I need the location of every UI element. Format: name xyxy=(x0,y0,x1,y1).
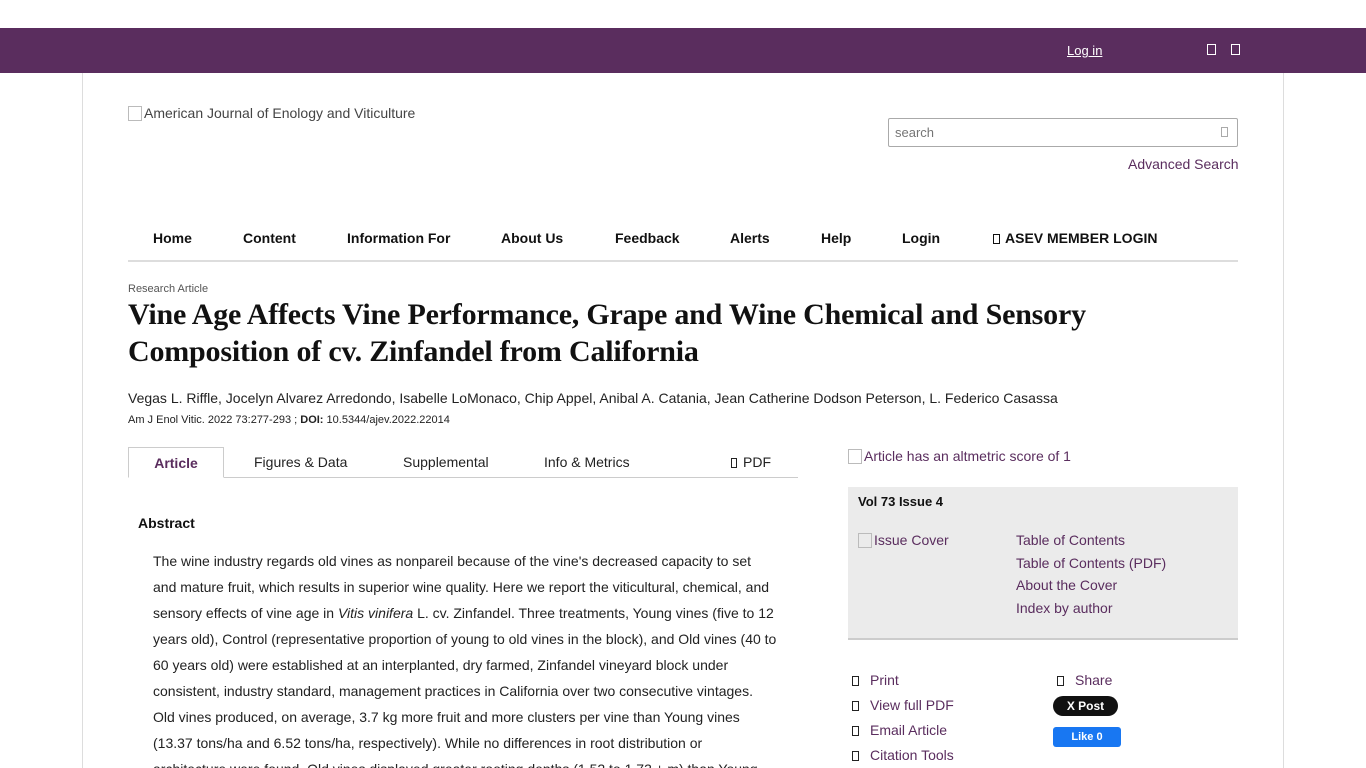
journal-logo[interactable]: American Journal of Enology and Viticult… xyxy=(128,105,415,121)
abstract-species-italic: Vitis vinifera xyxy=(337,605,414,621)
tab-supplemental[interactable]: Supplemental xyxy=(403,447,489,478)
nav-about-us[interactable]: About Us xyxy=(501,230,563,246)
nav-feedback[interactable]: Feedback xyxy=(615,230,680,246)
tab-article[interactable]: Article xyxy=(128,447,224,478)
nav-login[interactable]: Login xyxy=(902,230,940,246)
top-utility-bar: Log in xyxy=(0,28,1366,73)
x-post-button[interactable]: X Post xyxy=(1053,696,1118,716)
doi-value: 10.5344/ajev.2022.22014 xyxy=(323,414,450,426)
altmetric-alt-text: Article has an altmetric score of 1 xyxy=(864,448,1071,464)
share-icon xyxy=(1057,676,1064,686)
nav-content[interactable]: Content xyxy=(243,230,296,246)
view-pdf-link[interactable]: View full PDF xyxy=(852,697,954,713)
abstract-heading: Abstract xyxy=(138,515,195,531)
search-box xyxy=(888,118,1238,147)
share-link[interactable]: Share xyxy=(1057,672,1112,688)
advanced-search-link[interactable]: Advanced Search xyxy=(1128,156,1239,172)
issue-cover[interactable]: Issue Cover xyxy=(858,532,949,548)
issue-link-toc[interactable]: Table of Contents xyxy=(1016,529,1166,552)
article-citation: Am J Enol Vitic. 2022 73:277-293 ; DOI: … xyxy=(128,414,450,426)
citation-icon xyxy=(852,751,859,761)
broken-image-icon xyxy=(858,532,872,548)
issue-link-toc-pdf[interactable]: Table of Contents (PDF) xyxy=(1016,552,1166,575)
tab-pdf[interactable]: PDF xyxy=(731,447,771,478)
pdf-icon xyxy=(852,701,859,711)
issue-cover-alt: Issue Cover xyxy=(874,532,949,548)
issue-box: Vol 73 Issue 4 Issue Cover Table of Cont… xyxy=(848,487,1238,640)
login-link[interactable]: Log in xyxy=(1067,43,1102,58)
abstract-text: The wine industry regards old vines as n… xyxy=(153,548,778,768)
doi-label: DOI: xyxy=(300,414,324,426)
tab-info-metrics[interactable]: Info & Metrics xyxy=(544,447,630,478)
email-article-label: Email Article xyxy=(870,722,948,738)
print-icon xyxy=(852,676,859,686)
tab-pdf-label: PDF xyxy=(743,454,771,470)
nav-help[interactable]: Help xyxy=(821,230,851,246)
issue-links: Table of Contents Table of Contents (PDF… xyxy=(1016,529,1166,619)
browser-top-strip xyxy=(0,0,1366,28)
print-label: Print xyxy=(870,672,899,688)
email-article-link[interactable]: Email Article xyxy=(852,722,947,738)
broken-image-icon xyxy=(128,105,142,121)
issue-link-about-cover[interactable]: About the Cover xyxy=(1016,574,1166,597)
page-border-right xyxy=(1283,73,1284,768)
print-link[interactable]: Print xyxy=(852,672,899,688)
nav-asev-member-login[interactable]: ASEV MEMBER LOGIN xyxy=(993,230,1157,246)
tab-figures-data[interactable]: Figures & Data xyxy=(254,447,347,478)
citation-tools-label: Citation Tools xyxy=(870,747,954,763)
nav-asev-label: ASEV MEMBER LOGIN xyxy=(1005,230,1158,246)
article-title: Vine Age Affects Vine Performance, Grape… xyxy=(128,298,1086,368)
article-tabs: Article Figures & Data Supplemental Info… xyxy=(128,447,798,478)
altmetric-badge[interactable]: Article has an altmetric score of 1 xyxy=(848,448,1071,464)
view-pdf-label: View full PDF xyxy=(870,697,954,713)
issue-title: Vol 73 Issue 4 xyxy=(858,494,944,509)
share-label: Share xyxy=(1075,672,1113,688)
cart-icon[interactable] xyxy=(1231,44,1240,55)
main-nav: Home Content Information For About Us Fe… xyxy=(128,220,1238,262)
broken-image-icon xyxy=(848,448,862,464)
article-type: Research Article xyxy=(128,283,209,295)
citation-tools-link[interactable]: Citation Tools xyxy=(852,747,954,763)
search-icon[interactable] xyxy=(1221,127,1228,137)
email-icon xyxy=(852,726,859,736)
pdf-icon xyxy=(731,458,737,468)
article-authors: Vegas L. Riffle, Jocelyn Alvarez Arredon… xyxy=(128,390,1058,406)
logo-alt-text: American Journal of Enology and Viticult… xyxy=(144,105,416,121)
user-icon[interactable] xyxy=(1207,44,1216,55)
nav-alerts[interactable]: Alerts xyxy=(730,230,770,246)
nav-information-for[interactable]: Information For xyxy=(347,230,450,246)
abstract-text-part2: L. cv. Zinfandel. Three treatments, Youn… xyxy=(153,605,777,768)
search-input[interactable] xyxy=(889,119,1209,146)
page-border-left xyxy=(82,73,83,768)
issue-link-index-author[interactable]: Index by author xyxy=(1016,597,1166,620)
nav-home[interactable]: Home xyxy=(153,230,192,246)
facebook-like-button[interactable]: Like 0 xyxy=(1053,727,1121,747)
lock-icon xyxy=(993,234,1000,244)
citation-text: Am J Enol Vitic. 2022 73:277-293 ; xyxy=(128,414,301,426)
